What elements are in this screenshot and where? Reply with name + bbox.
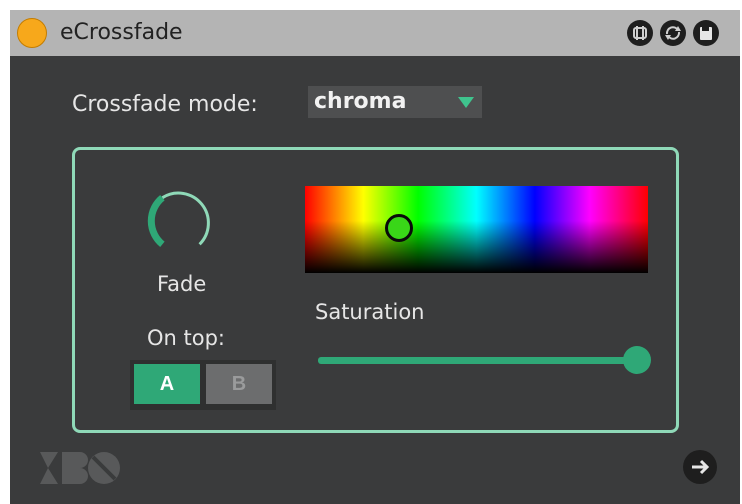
crossfade-mode-dropdown[interactable]: chroma	[308, 86, 482, 118]
device-window: eCrossfade Crossfade mode: chroma Fade O…	[10, 10, 740, 504]
on-top-label: On top:	[147, 326, 226, 350]
saturation-label: Saturation	[315, 300, 425, 324]
on-top-b-button[interactable]: B	[206, 364, 272, 404]
device-title: eCrossfade	[60, 20, 183, 45]
on-top-a-button[interactable]: A	[134, 364, 200, 404]
crossfade-mode-label: Crossfade mode:	[72, 92, 258, 117]
chevron-down-icon	[458, 97, 474, 108]
color-spectrum[interactable]	[305, 186, 648, 273]
power-toggle-icon[interactable]	[17, 18, 47, 48]
save-icon[interactable]	[693, 20, 719, 46]
brand-logo-icon	[40, 452, 120, 484]
saturation-slider[interactable]	[318, 357, 645, 364]
color-picker-handle[interactable]	[385, 214, 413, 242]
device-icon[interactable]	[627, 20, 653, 46]
titlebar: eCrossfade	[10, 10, 740, 56]
crossfade-panel: Fade On top: A B Saturation	[72, 147, 679, 433]
on-top-toggle: A B	[130, 360, 276, 410]
fade-knob[interactable]	[143, 183, 219, 259]
fade-label: Fade	[157, 272, 207, 296]
saturation-slider-handle[interactable]	[623, 346, 651, 374]
crossfade-mode-value: chroma	[314, 89, 407, 114]
reload-icon[interactable]	[660, 20, 686, 46]
arrow-right-icon[interactable]	[683, 450, 717, 484]
